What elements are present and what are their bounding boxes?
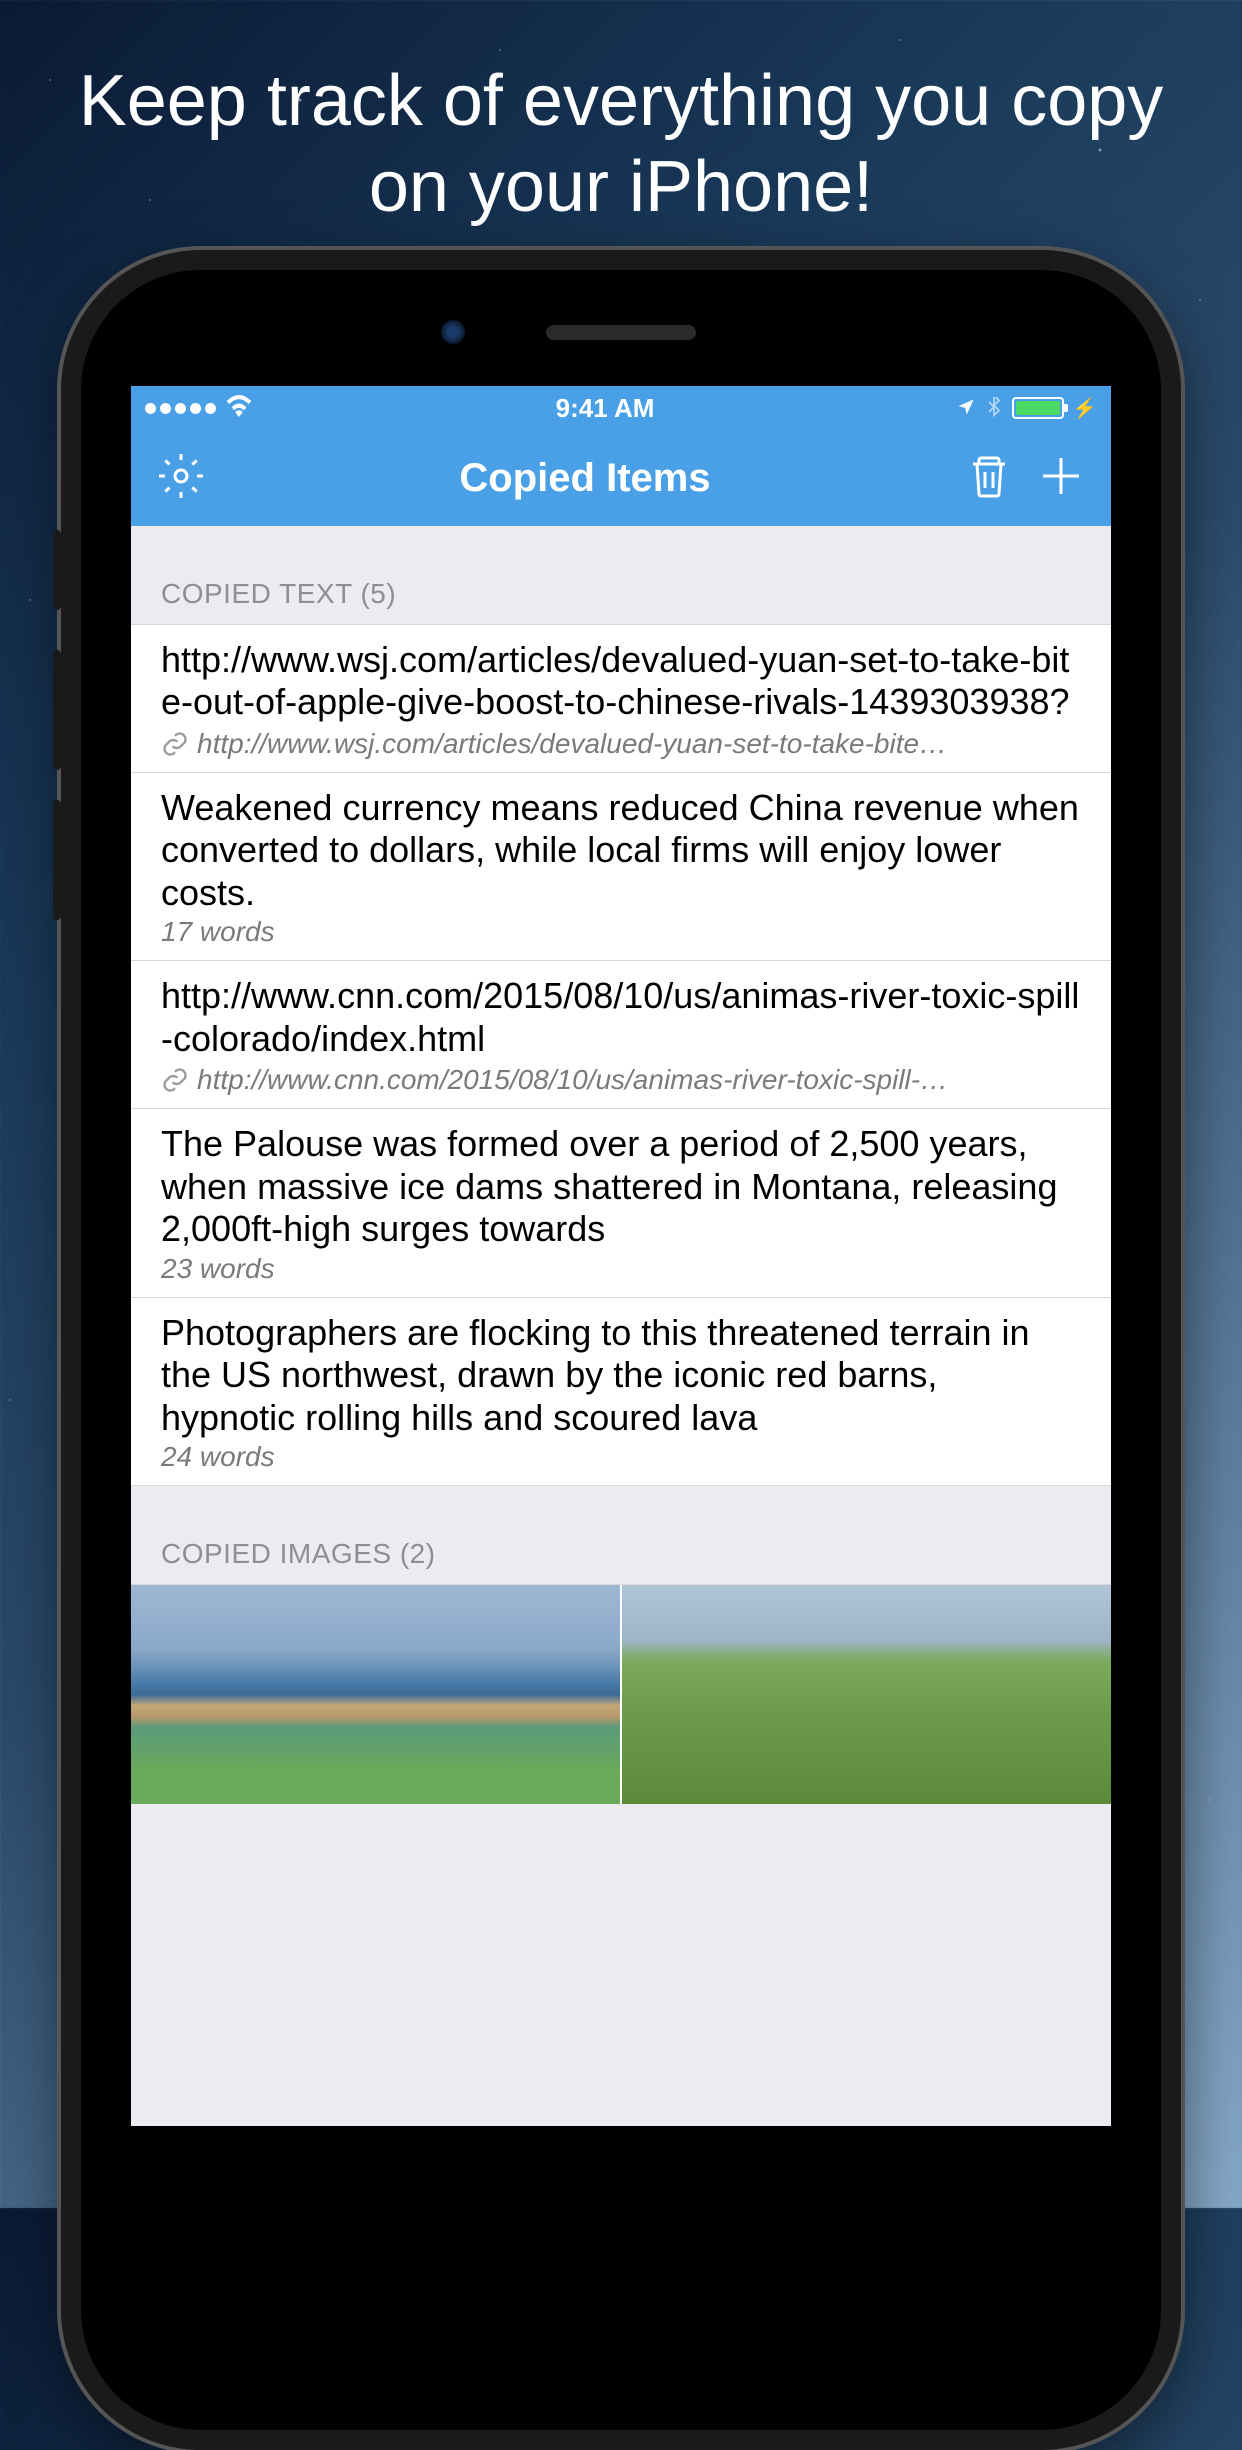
phone-camera <box>441 320 465 344</box>
navigation-bar: Copied Items <box>131 430 1111 526</box>
copied-images-list <box>131 1584 1111 1804</box>
item-sub-label: http://www.wsj.com/articles/devalued-yua… <box>197 728 947 760</box>
item-text: The Palouse was formed over a period of … <box>161 1123 1081 1250</box>
add-button[interactable] <box>1035 452 1087 504</box>
nav-title: Copied Items <box>227 456 943 501</box>
item-meta: 24 words <box>161 1441 1081 1473</box>
trash-icon <box>965 452 1013 505</box>
link-icon <box>161 730 189 758</box>
item-text: http://www.wsj.com/articles/devalued-yua… <box>161 639 1081 724</box>
item-text: Photographers are flocking to this threa… <box>161 1312 1081 1439</box>
settings-button[interactable] <box>155 452 207 504</box>
item-text: Weakened currency means reduced China re… <box>161 787 1081 914</box>
link-icon <box>161 1066 189 1094</box>
list-item[interactable]: http://www.wsj.com/articles/devalued-yua… <box>131 625 1111 773</box>
item-meta: 23 words <box>161 1253 1081 1285</box>
plus-icon <box>1037 452 1085 505</box>
section-header-text: COPIED TEXT (5) <box>131 526 1111 624</box>
copied-text-list: http://www.wsj.com/articles/devalued-yua… <box>131 624 1111 1486</box>
phone-bezel: 9:41 AM ⚡ <box>81 270 1161 2430</box>
item-sub-label: http://www.cnn.com/2015/08/10/us/animas-… <box>197 1064 948 1096</box>
battery-icon <box>1012 397 1064 419</box>
phone-side-button <box>53 650 61 770</box>
promo-headline: Keep track of everything you copy on you… <box>0 58 1242 231</box>
signal-dots-icon <box>145 403 216 414</box>
status-right: ⚡ <box>956 393 1097 424</box>
item-subtitle: http://www.cnn.com/2015/08/10/us/animas-… <box>161 1064 1081 1096</box>
status-left <box>145 393 254 424</box>
list-item[interactable]: Photographers are flocking to this threa… <box>131 1298 1111 1486</box>
bluetooth-icon <box>984 393 1004 424</box>
status-bar: 9:41 AM ⚡ <box>131 386 1111 430</box>
list-item[interactable]: http://www.cnn.com/2015/08/10/us/animas-… <box>131 961 1111 1109</box>
charging-icon: ⚡ <box>1072 396 1097 421</box>
app-screen: 9:41 AM ⚡ <box>131 386 1111 2126</box>
phone-speaker <box>546 325 696 340</box>
phone-side-button <box>53 800 61 920</box>
list-item[interactable]: The Palouse was formed over a period of … <box>131 1109 1111 1297</box>
trash-button[interactable] <box>963 452 1015 504</box>
location-icon <box>956 393 976 424</box>
gear-icon <box>157 452 205 505</box>
section-header-images: COPIED IMAGES (2) <box>131 1486 1111 1584</box>
item-subtitle: http://www.wsj.com/articles/devalued-yua… <box>161 728 1081 760</box>
image-thumbnail[interactable] <box>131 1585 622 1804</box>
list-item[interactable]: Weakened currency means reduced China re… <box>131 773 1111 961</box>
status-time: 9:41 AM <box>556 393 655 424</box>
phone-side-button <box>53 530 61 610</box>
item-meta: 17 words <box>161 916 1081 948</box>
item-text: http://www.cnn.com/2015/08/10/us/animas-… <box>161 975 1081 1060</box>
wifi-icon <box>224 393 254 424</box>
phone-frame: 9:41 AM ⚡ <box>61 250 1181 2450</box>
image-thumbnail[interactable] <box>622 1585 1111 1804</box>
